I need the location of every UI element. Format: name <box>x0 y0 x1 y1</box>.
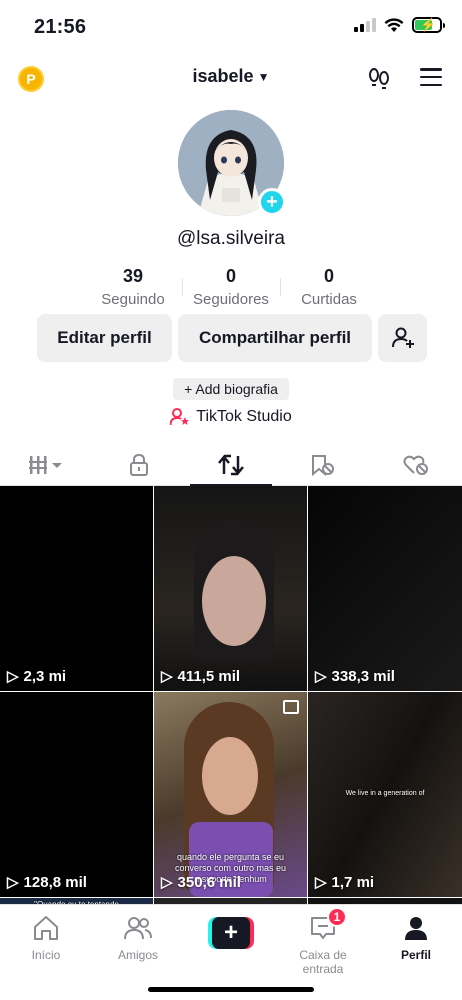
home-icon <box>34 916 58 940</box>
tab-reposts[interactable] <box>185 444 277 485</box>
nav-label: Perfil <box>400 948 431 962</box>
photo-icon <box>283 700 299 714</box>
account-switcher[interactable]: isabele ▼ <box>0 66 462 87</box>
play-icon: ▷ <box>7 668 19 685</box>
thumbnail-face <box>202 556 266 646</box>
status-bar: 21:56 ⚡ <box>0 0 462 54</box>
tab-private[interactable] <box>92 444 184 485</box>
play-icon: ▷ <box>161 668 173 685</box>
play-icon: ▷ <box>315 668 327 685</box>
create-button[interactable]: + <box>208 917 254 949</box>
cellular-signal-icon <box>354 18 376 32</box>
stat-value: 0 <box>225 266 236 286</box>
nav-label: Início <box>31 948 61 962</box>
share-profile-button[interactable]: Compartilhar perfil <box>178 314 372 362</box>
view-count: ▷ 128,8 mil <box>7 873 87 892</box>
views-label: 411,5 mil <box>177 667 241 685</box>
view-count: ▷ 2,3 mi <box>7 667 67 686</box>
grid-icon <box>29 455 63 474</box>
view-count: ▷ 1,7 mi <box>315 873 375 892</box>
view-count: ▷ 350,6 mil <box>161 873 241 892</box>
stat-label: Curtidas <box>301 291 357 308</box>
home-indicator <box>148 987 314 992</box>
play-icon: ▷ <box>315 874 327 891</box>
plus-icon: + <box>212 917 250 949</box>
nav-label: Caixa de entrada <box>299 948 347 976</box>
thumbnail-face <box>202 737 258 815</box>
top-nav: P isabele ▼ <box>0 58 462 98</box>
menu-icon[interactable] <box>420 68 442 86</box>
video-grid: ▷ 2,3 mi ▷ 411,5 mil ▷ 338,3 mil ▷ 128,8 mil… <box>0 486 462 918</box>
friends-icon <box>124 917 152 940</box>
video-thumbnail[interactable]: ▷ 411,5 mil <box>154 486 307 691</box>
views-label: 350,6 mil <box>177 873 241 891</box>
profile-avatar[interactable]: + <box>178 110 286 216</box>
bottom-nav: Início Amigos + 1 Caixa de entrada Perfi… <box>0 904 462 1000</box>
nav-profile[interactable]: Perfil <box>370 915 462 962</box>
edit-profile-button[interactable]: Editar perfil <box>37 314 172 362</box>
video-caption: We live in a generation of <box>345 790 425 797</box>
stat-value: 0 <box>323 266 334 286</box>
views-label: 1,7 mi <box>331 873 375 891</box>
view-count: ▷ 411,5 mil <box>161 667 241 686</box>
inbox-badge: 1 <box>327 907 347 927</box>
play-icon: ▷ <box>161 874 173 891</box>
status-icons: ⚡ <box>354 17 445 33</box>
stat-value: 39 <box>122 266 144 286</box>
video-thumbnail[interactable]: ▷ 338,3 mil <box>308 486 462 691</box>
views-label: 128,8 mil <box>23 873 87 891</box>
lock-icon <box>129 453 148 476</box>
video-thumbnail[interactable]: ▷ 128,8 mil <box>0 692 153 897</box>
nav-inbox[interactable]: 1 Caixa de entrada <box>278 907 368 976</box>
chevron-down-icon: ▼ <box>257 70 270 85</box>
stat-label: Seguidores <box>193 291 269 308</box>
view-count: ▷ 338,3 mil <box>315 667 395 686</box>
video-thumbnail[interactable]: We live in a generation of ▷ 1,7 mi <box>308 692 462 897</box>
profile-actions: Editar perfil Compartilhar perfil <box>37 314 427 362</box>
stat-likes[interactable]: 0 Curtidas <box>280 266 378 308</box>
stat-followers[interactable]: 0 Seguidores <box>182 266 280 308</box>
add-friend-button[interactable] <box>378 314 427 362</box>
heart-hidden-icon <box>403 455 428 475</box>
add-user-icon <box>391 327 414 348</box>
photo-thumbnail[interactable]: quando ele pergunta se eu converso com o… <box>154 692 307 897</box>
video-thumbnail[interactable]: ▷ 2,3 mi <box>0 486 153 691</box>
wifi-icon <box>384 17 404 32</box>
stat-following[interactable]: 39 Seguindo <box>84 266 182 308</box>
nav-home[interactable]: Início <box>0 915 92 962</box>
tab-liked[interactable] <box>370 444 462 485</box>
footprint-icon[interactable] <box>366 66 392 92</box>
views-label: 338,3 mil <box>331 667 395 685</box>
tab-saved[interactable] <box>277 444 369 485</box>
repost-icon <box>218 454 244 475</box>
status-time: 21:56 <box>34 16 87 38</box>
add-avatar-button[interactable]: + <box>258 188 286 216</box>
add-bio-button[interactable]: + Add biografia <box>173 378 289 400</box>
battery-icon: ⚡ <box>412 17 445 33</box>
profile-icon <box>405 917 427 940</box>
stat-label: Seguindo <box>101 291 165 308</box>
studio-label: TikTok Studio <box>196 408 292 425</box>
views-label: 2,3 mi <box>23 667 67 685</box>
tab-videos[interactable] <box>0 444 92 485</box>
bookmark-hidden-icon <box>312 454 335 476</box>
play-icon: ▷ <box>7 874 19 891</box>
studio-icon <box>170 408 190 426</box>
profile-handle: @lsa.silveira <box>177 228 285 249</box>
nav-friends[interactable]: Amigos <box>92 915 184 962</box>
profile-stats: 39 Seguindo 0 Seguidores 0 Curtidas <box>84 266 378 308</box>
username: isabele <box>192 66 254 86</box>
profile-tabs <box>0 444 462 486</box>
tiktok-studio-link[interactable]: TikTok Studio <box>0 408 462 426</box>
nav-label: Amigos <box>117 948 158 962</box>
